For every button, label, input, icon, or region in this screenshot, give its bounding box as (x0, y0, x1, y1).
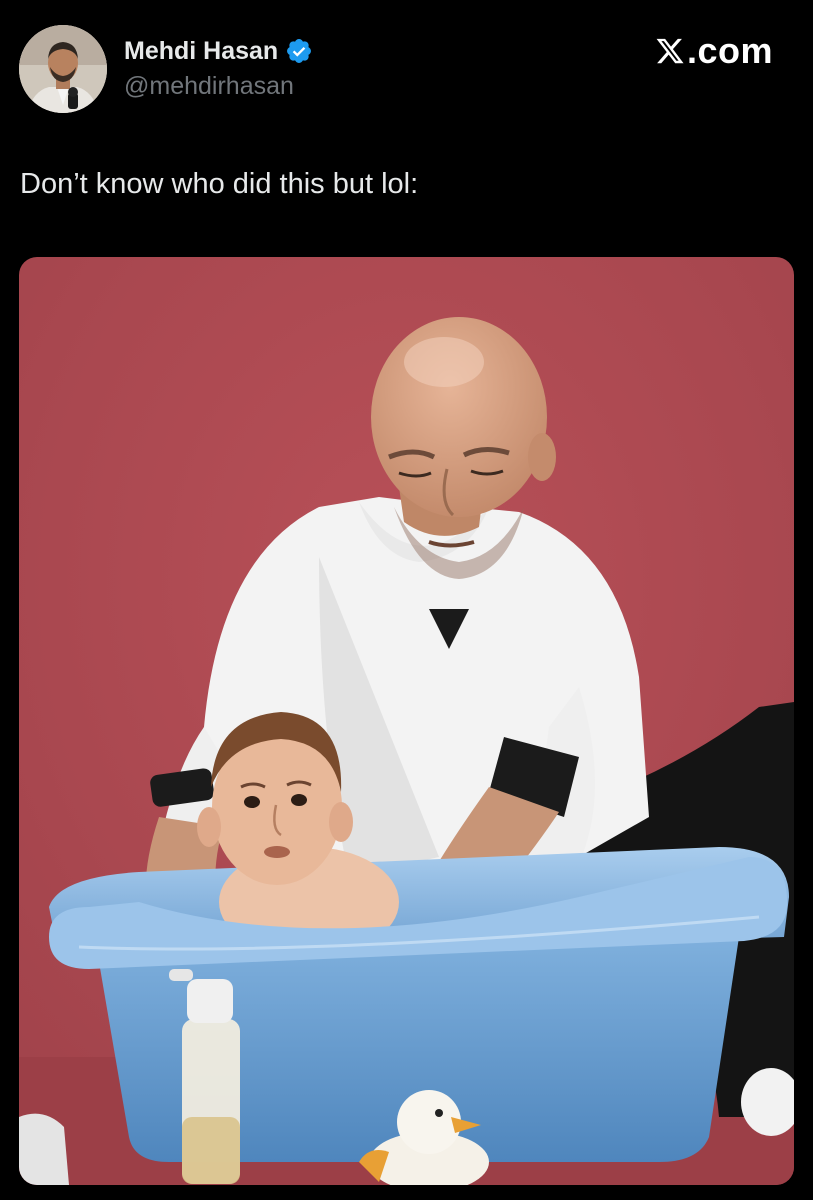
tweet-media-photo[interactable] (19, 257, 794, 1185)
x-logo-icon (656, 38, 684, 64)
tweet-header: Mehdi Hasan @mehdirhasan .com (0, 0, 813, 130)
verified-badge-icon[interactable] (285, 37, 313, 65)
avatar[interactable] (19, 25, 107, 113)
tweet-text: Don’t know who did this but lol: (20, 168, 419, 200)
display-name-row: Mehdi Hasan (124, 34, 313, 68)
display-name[interactable]: Mehdi Hasan (124, 37, 278, 66)
brand-text: .com (686, 30, 773, 71)
media-illustration (19, 257, 794, 1185)
author-info: Mehdi Hasan @mehdirhasan (124, 34, 313, 101)
brand-watermark: .com (655, 30, 773, 72)
avatar-photo (19, 25, 107, 113)
author-handle[interactable]: @mehdirhasan (124, 72, 313, 101)
